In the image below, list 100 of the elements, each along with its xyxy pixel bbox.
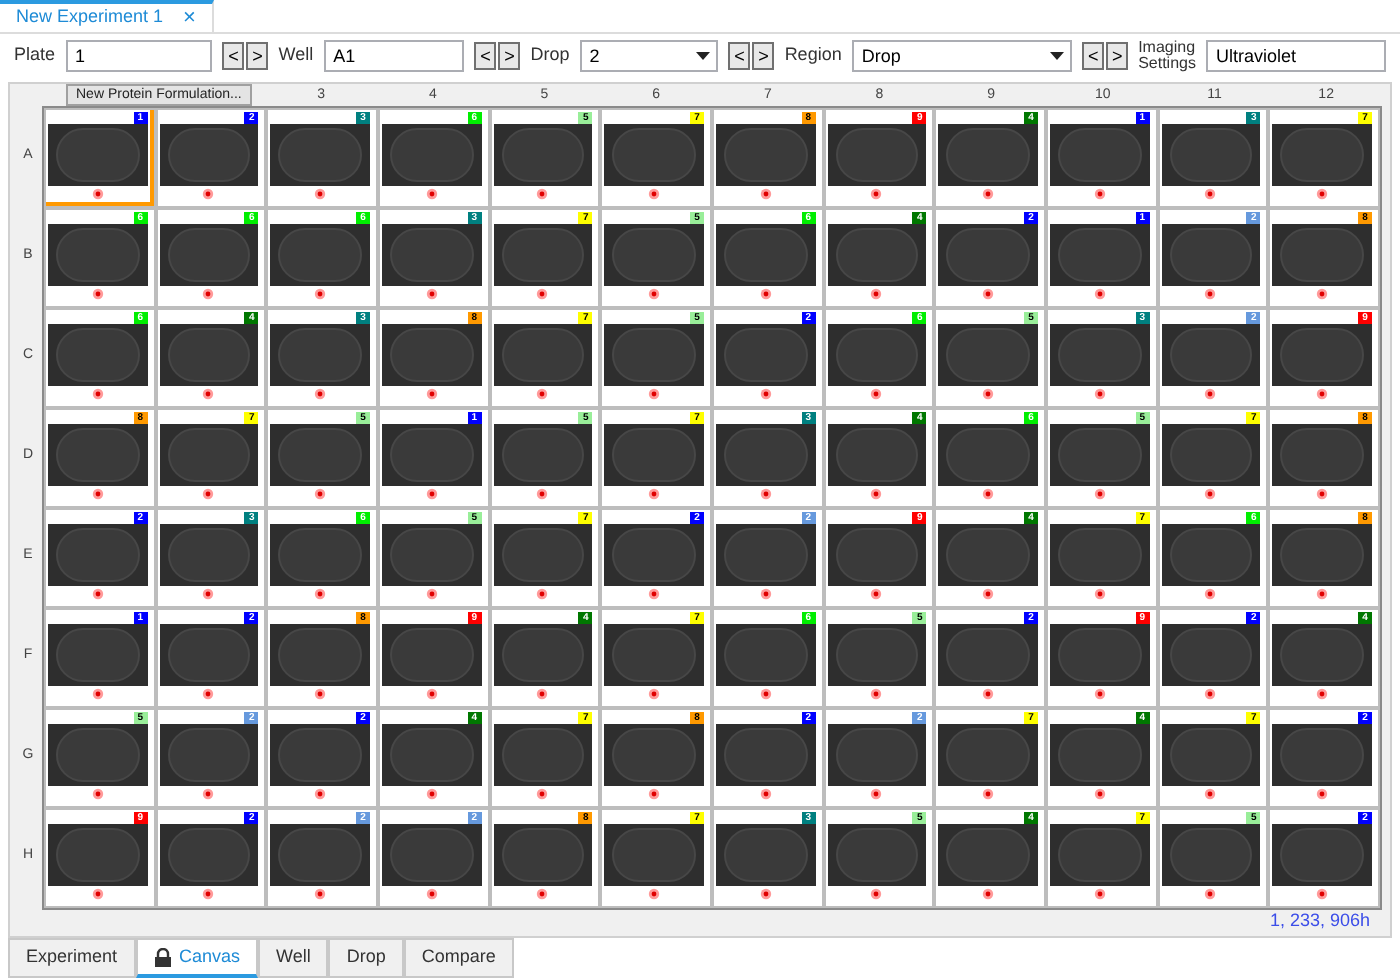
photo-placeholder	[1272, 724, 1372, 786]
photo-placeholder	[1161, 224, 1261, 286]
photo-placeholder	[1161, 424, 1261, 486]
photo-placeholder	[1272, 124, 1372, 186]
photo-placeholder	[48, 724, 148, 786]
photo-placeholder	[270, 824, 370, 886]
photo-placeholder	[827, 724, 927, 786]
photo-placeholder	[604, 124, 704, 186]
elapsed-time: 1, 233, 906h	[1269, 910, 1370, 930]
photo-placeholder	[827, 624, 927, 686]
field-label: Region	[784, 42, 842, 69]
photo-placeholder	[604, 824, 704, 886]
photo-placeholder	[48, 624, 148, 686]
photo-placeholder	[1161, 624, 1261, 686]
photo-placeholder	[270, 524, 370, 586]
photo-placeholder	[48, 224, 148, 286]
photo-placeholder	[1161, 524, 1261, 586]
photo-placeholder	[159, 824, 259, 886]
photo-placeholder	[938, 724, 1038, 786]
photo-placeholder	[938, 324, 1038, 386]
tab-title: New Experiment 1	[16, 4, 164, 31]
photo-placeholder	[493, 224, 593, 286]
photo-placeholder	[382, 124, 482, 186]
drop-select[interactable]: 2	[579, 40, 719, 72]
photo-placeholder	[827, 124, 927, 186]
next-button[interactable]: >	[1106, 42, 1129, 70]
photo-placeholder	[1050, 224, 1150, 286]
photo-placeholder	[716, 424, 816, 486]
photo-placeholder	[1050, 124, 1150, 186]
photo-placeholder	[716, 524, 816, 586]
bottom-tab[interactable]: Canvas	[135, 938, 259, 978]
photo-placeholder	[493, 524, 593, 586]
previous-button[interactable]: <	[222, 42, 245, 70]
photo-placeholder	[159, 524, 259, 586]
photo-placeholder	[48, 324, 148, 386]
photo-placeholder	[938, 824, 1038, 886]
photo-placeholder	[938, 424, 1038, 486]
photo-placeholder	[1272, 824, 1372, 886]
photo-placeholder	[1050, 724, 1150, 786]
photo-placeholder	[270, 124, 370, 186]
photo-placeholder	[938, 524, 1038, 586]
next-button[interactable]: >	[498, 42, 521, 70]
photo-placeholder	[382, 524, 482, 586]
photo-placeholder	[827, 824, 927, 886]
next-button[interactable]: >	[752, 42, 775, 70]
photo-placeholder	[159, 324, 259, 386]
bottom-tab[interactable]: Compare	[403, 938, 514, 978]
photo-placeholder	[604, 424, 704, 486]
photo-placeholder	[716, 324, 816, 386]
previous-button[interactable]: <	[474, 42, 497, 70]
photo-placeholder	[159, 124, 259, 186]
photo-placeholder	[604, 324, 704, 386]
next-button[interactable]: >	[246, 42, 269, 70]
photo-placeholder	[270, 324, 370, 386]
photo-placeholder	[827, 424, 927, 486]
photo-placeholder	[1050, 324, 1150, 386]
bottom-tab[interactable]: Drop	[328, 938, 404, 978]
well-field[interactable]: A1	[323, 40, 465, 72]
photo-placeholder	[493, 724, 593, 786]
photo-placeholder	[493, 324, 593, 386]
photo-placeholder	[938, 624, 1038, 686]
photo-placeholder	[382, 324, 482, 386]
photo-placeholder	[270, 224, 370, 286]
dropdown-caret-icon	[696, 52, 711, 60]
photo-placeholder	[604, 524, 704, 586]
photo-placeholder	[1050, 424, 1150, 486]
photo-placeholder	[1050, 524, 1150, 586]
bottom-tab[interactable]: Well	[258, 938, 329, 978]
imaging-select[interactable]: Ultraviolet	[1205, 40, 1386, 72]
photo-placeholder	[382, 624, 482, 686]
photo-placeholder	[1050, 824, 1150, 886]
photo-placeholder	[48, 824, 148, 886]
photo-placeholder	[1272, 424, 1372, 486]
previous-button[interactable]: <	[1082, 42, 1105, 70]
region-select[interactable]: Drop	[851, 40, 1073, 72]
plate-field[interactable]: 1	[65, 40, 213, 72]
photo-placeholder	[159, 624, 259, 686]
photo-placeholder	[493, 824, 593, 886]
photo-placeholder	[1272, 324, 1372, 386]
photo-placeholder	[1161, 724, 1261, 786]
photo-placeholder	[716, 724, 816, 786]
photo-placeholder	[159, 424, 259, 486]
photo-placeholder	[827, 224, 927, 286]
field-label: Well	[278, 42, 314, 69]
bottom-tab[interactable]: Experiment	[8, 938, 136, 978]
photo-placeholder	[604, 624, 704, 686]
photo-placeholder	[159, 224, 259, 286]
photo-placeholder	[1272, 524, 1372, 586]
photo-placeholder	[382, 724, 482, 786]
photo-placeholder	[48, 524, 148, 586]
photo-placeholder	[48, 424, 148, 486]
photo-placeholder	[1272, 624, 1372, 686]
previous-button[interactable]: <	[728, 42, 751, 70]
photo-placeholder	[159, 724, 259, 786]
field-label: Drop	[530, 42, 570, 69]
photo-placeholder	[270, 624, 370, 686]
document-tab[interactable]: New Experiment 1 ×	[0, 0, 214, 32]
photo-placeholder	[716, 624, 816, 686]
photo-placeholder	[1272, 224, 1372, 286]
close-button[interactable]: ×	[183, 7, 196, 29]
